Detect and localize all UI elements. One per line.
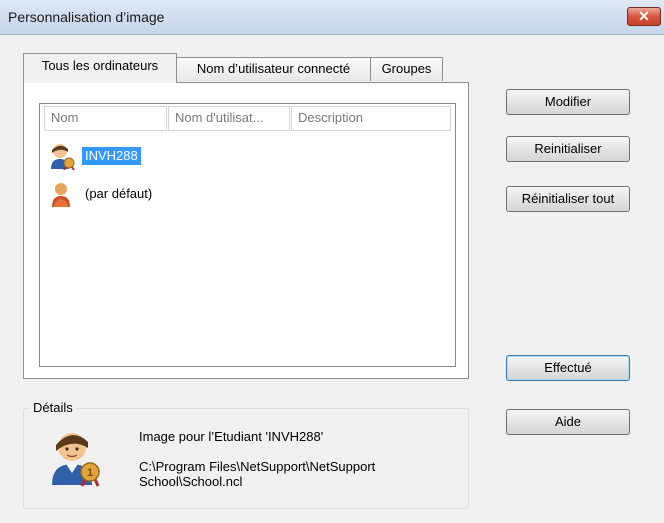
modify-button[interactable]: Modifier [506,89,630,115]
list-item-label: (par défaut) [85,186,153,201]
details-description: Image pour l’Etudiant 'INVH288' [139,429,324,444]
svg-text:1: 1 [87,467,93,479]
column-header-description[interactable]: Description [291,106,451,131]
tab-label: Groupes [381,61,432,76]
student-medal-icon [51,144,75,170]
details-path-line2: School\School.ncl [139,474,243,489]
tab-label: Tous les ordinateurs [41,58,159,73]
window-title: Personnalisation d’image [8,9,165,25]
column-header-name[interactable]: Nom [44,106,167,131]
tab-logged-user[interactable]: Nom d’utilisateur connecté [176,57,371,81]
details-legend: Détails [30,400,76,416]
close-button[interactable]: ✕ [627,7,661,26]
column-header-username[interactable]: Nom d'utilisat... [168,106,290,131]
help-button[interactable]: Aide [506,409,630,435]
done-button[interactable]: Effectué [506,355,630,381]
computer-list[interactable]: Nom Nom d'utilisat... Description INVH28… [39,103,456,367]
details-path-line1: C:\Program Files\NetSupport\NetSupport [139,459,376,474]
reset-all-button[interactable]: Réinitialiser tout [506,186,630,212]
close-icon: ✕ [638,8,650,24]
tab-label: Nom d’utilisateur connecté [196,61,351,76]
student-medal-icon: 1 [52,433,100,487]
reset-button[interactable]: Reinitialiser [506,136,630,162]
tab-all-computers[interactable]: Tous les ordinateurs [23,53,177,83]
tab-groups[interactable]: Groupes [370,57,443,81]
list-item-label: INVH288 [82,147,141,165]
user-icon [52,183,70,207]
title-bar: Personnalisation d’image ✕ [0,0,664,35]
